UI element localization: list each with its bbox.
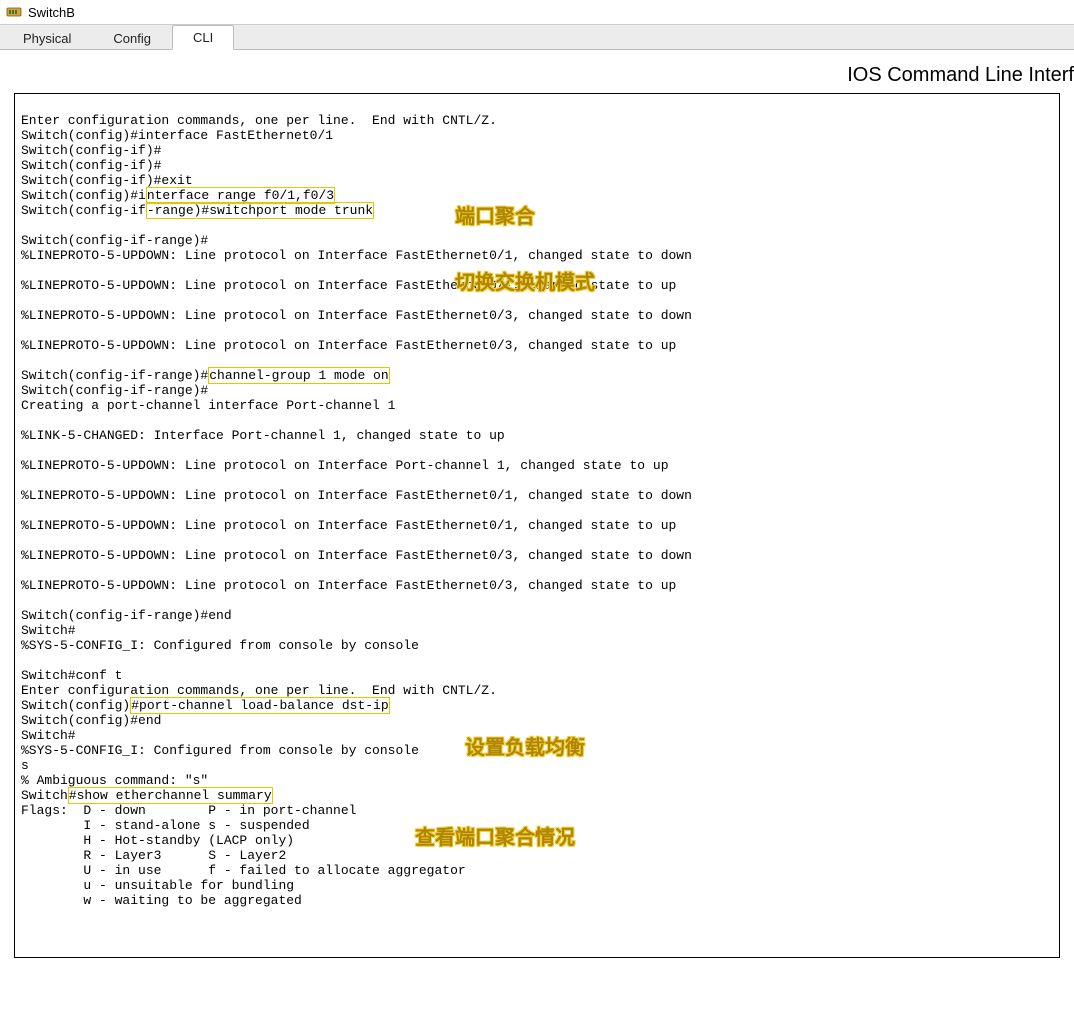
- cli-line: H - Hot-standby (LACP only): [21, 833, 294, 848]
- cli-line: % Ambiguous command: "s": [21, 773, 208, 788]
- cli-line: Switch(config-if)#: [21, 158, 161, 173]
- annotation-text: 端口聚合: [455, 206, 595, 228]
- cli-line: Switch(config-if-range)#: [21, 383, 208, 398]
- cli-line: Switch#conf t: [21, 668, 122, 683]
- cli-terminal[interactable]: Enter configuration commands, one per li…: [14, 93, 1060, 958]
- cli-line: s: [21, 758, 29, 773]
- cli-line: Switch(config): [21, 698, 130, 713]
- cli-line: Switch(config)#end: [21, 713, 161, 728]
- cli-line: %LINEPROTO-5-UPDOWN: Line protocol on In…: [21, 578, 676, 593]
- cli-line: Creating a port-channel interface Port-c…: [21, 398, 395, 413]
- app-icon: [6, 4, 22, 20]
- cli-line: %SYS-5-CONFIG_I: Configured from console…: [21, 638, 419, 653]
- cli-line: Switch(config)#interface FastEthernet0/1: [21, 128, 333, 143]
- cli-line: %LINEPROTO-5-UPDOWN: Line protocol on In…: [21, 338, 676, 353]
- annotation-show-summary: 查看端口聚合情况: [415, 827, 575, 849]
- cli-line: w - waiting to be aggregated: [21, 893, 302, 908]
- cli-line: Switch(config-if-range)#: [21, 368, 208, 383]
- tab-bar: Physical Config CLI: [0, 24, 1074, 50]
- cli-line: %LINEPROTO-5-UPDOWN: Line protocol on In…: [21, 488, 692, 503]
- cli-line: I - stand-alone s - suspended: [21, 818, 310, 833]
- cli-section-title: IOS Command Line Interf: [0, 50, 1074, 93]
- cli-line: %LINEPROTO-5-UPDOWN: Line protocol on In…: [21, 278, 676, 293]
- cli-line: Switch#: [21, 623, 76, 638]
- cli-line: %SYS-5-CONFIG_I: Configured from console…: [21, 743, 419, 758]
- cli-line: %LINEPROTO-5-UPDOWN: Line protocol on In…: [21, 458, 669, 473]
- window-title: SwitchB: [28, 5, 75, 20]
- cli-line: %LINEPROTO-5-UPDOWN: Line protocol on In…: [21, 248, 692, 263]
- cli-line: Switch(config)#i: [21, 188, 146, 203]
- window-titlebar: SwitchB: [0, 0, 1074, 24]
- cli-line: Switch(config-if-range)#: [21, 233, 208, 248]
- tab-physical[interactable]: Physical: [2, 26, 92, 50]
- cli-line: Enter configuration commands, one per li…: [21, 683, 497, 698]
- highlight-switchport-trunk: -range)#switchport mode trunk: [146, 202, 374, 219]
- cli-line: Switch(config-if)#exit: [21, 173, 193, 188]
- annotation-load-balance: 设置负载均衡: [465, 737, 585, 759]
- cli-line: Switch(config-if)#: [21, 143, 161, 158]
- highlight-show-summary: #show etherchannel summary: [68, 787, 273, 804]
- highlight-channel-group: channel-group 1 mode on: [208, 367, 389, 384]
- cli-line: U - in use f - failed to allocate aggreg…: [21, 863, 466, 878]
- cli-line: R - Layer3 S - Layer2: [21, 848, 286, 863]
- tab-cli[interactable]: CLI: [172, 25, 234, 50]
- cli-line: Flags: D - down P - in port-channel: [21, 803, 356, 818]
- cli-line: %LINEPROTO-5-UPDOWN: Line protocol on In…: [21, 548, 692, 563]
- cli-line: %LINK-5-CHANGED: Interface Port-channel …: [21, 428, 505, 443]
- highlight-load-balance: #port-channel load-balance dst-ip: [130, 697, 389, 714]
- cli-line: Switch(config-if: [21, 203, 146, 218]
- cli-line: Switch#: [21, 728, 76, 743]
- cli-line: Switch: [21, 788, 68, 803]
- cli-line: u - unsuitable for bundling: [21, 878, 294, 893]
- cli-line: %LINEPROTO-5-UPDOWN: Line protocol on In…: [21, 308, 692, 323]
- cli-line: Switch(config-if-range)#end: [21, 608, 232, 623]
- tab-config[interactable]: Config: [92, 26, 172, 50]
- cli-line: Enter configuration commands, one per li…: [21, 113, 497, 128]
- cli-line: %LINEPROTO-5-UPDOWN: Line protocol on In…: [21, 518, 676, 533]
